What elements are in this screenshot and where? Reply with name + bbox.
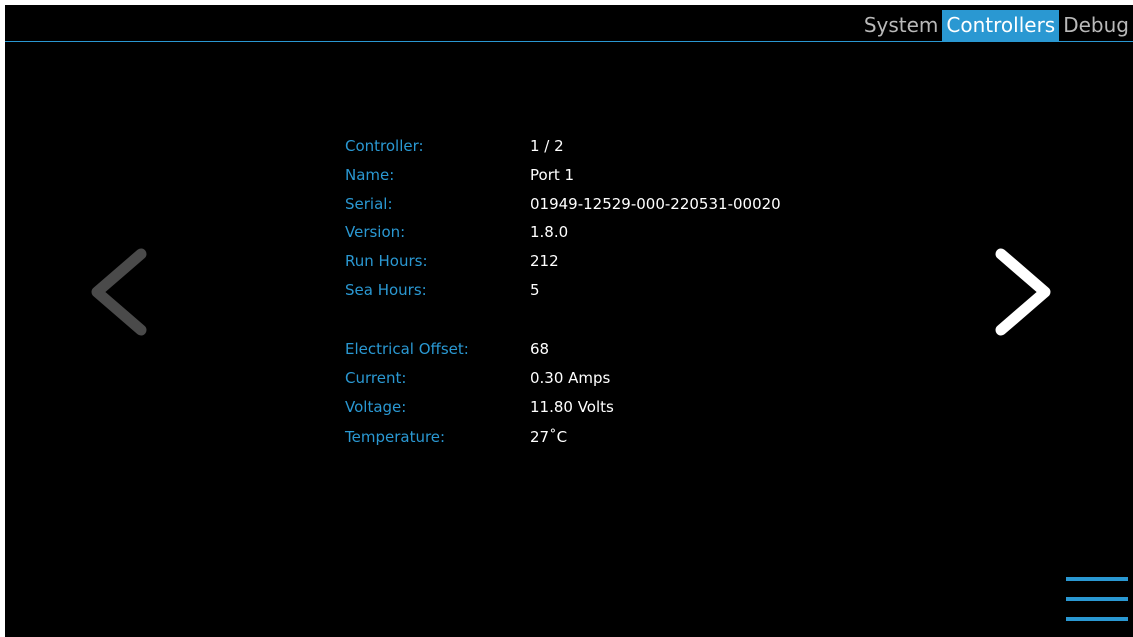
serial-value: 01949-12529-000-220531-00020 bbox=[530, 195, 781, 213]
sea-hours-label: Sea Hours: bbox=[345, 281, 427, 299]
name-value: Port 1 bbox=[530, 166, 575, 184]
temperature-value: 27˚C bbox=[530, 428, 568, 446]
current-label: Current: bbox=[345, 369, 407, 387]
controller-value: 1 / 2 bbox=[530, 137, 564, 155]
device-screen: System Controllers Debug Controller: 1 /… bbox=[5, 5, 1133, 637]
current-value: 0.30 Amps bbox=[530, 369, 611, 387]
electrical-offset-label: Electrical Offset: bbox=[345, 340, 469, 358]
menu-button[interactable] bbox=[1066, 575, 1128, 625]
electrical-offset-value: 68 bbox=[530, 340, 550, 358]
next-controller-button[interactable] bbox=[991, 246, 1055, 338]
tab-system[interactable]: System bbox=[860, 10, 943, 41]
tab-divider bbox=[5, 41, 1133, 42]
tab-controllers[interactable]: Controllers bbox=[942, 10, 1060, 41]
run-hours-value: 212 bbox=[530, 252, 559, 270]
voltage-label: Voltage: bbox=[345, 398, 407, 416]
name-label: Name: bbox=[345, 166, 395, 184]
version-label: Version: bbox=[345, 223, 406, 241]
previous-controller-button[interactable] bbox=[87, 246, 151, 338]
temperature-label: Temperature: bbox=[345, 428, 446, 446]
run-hours-label: Run Hours: bbox=[345, 252, 428, 270]
controller-label: Controller: bbox=[345, 137, 424, 155]
serial-label: Serial: bbox=[345, 195, 393, 213]
chevron-right-icon bbox=[995, 248, 1051, 336]
tab-debug[interactable]: Debug bbox=[1059, 10, 1133, 41]
sea-hours-value: 5 bbox=[530, 281, 540, 299]
version-value: 1.8.0 bbox=[530, 223, 569, 241]
chevron-left-icon bbox=[91, 248, 147, 336]
voltage-value: 11.80 Volts bbox=[530, 398, 614, 416]
tab-bar: System Controllers Debug bbox=[860, 10, 1133, 41]
